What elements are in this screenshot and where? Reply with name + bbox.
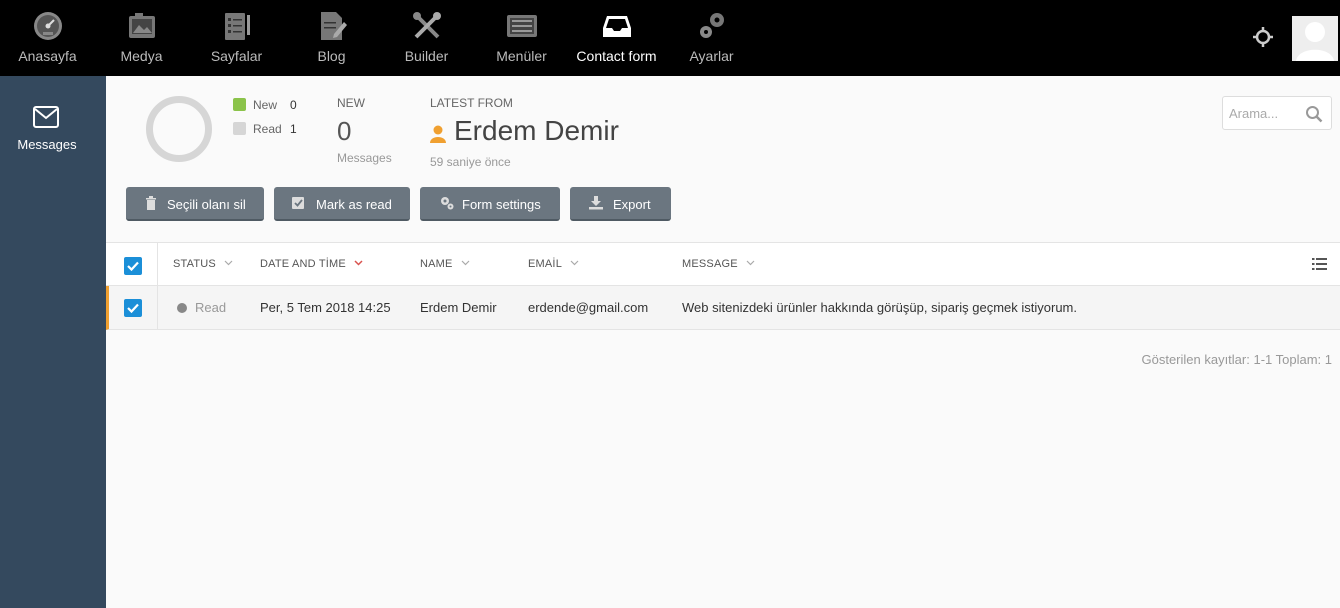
row-message: Web sitenizdeki ürünler hakkında görüşüp… — [682, 300, 1077, 315]
row-select-cell — [106, 286, 158, 329]
top-navigation-bar: Anasayfa Medya Sayfalar Blog Builder Men… — [0, 0, 1340, 76]
column-header-label: EMAİL — [528, 258, 563, 270]
checkmark-icon — [127, 303, 139, 314]
select-all-checkbox[interactable] — [124, 257, 142, 275]
nav-item-medya[interactable]: Medya — [94, 0, 189, 76]
main-content: New 0 Read 1 NEW 0 Messages LATEST FROM … — [106, 76, 1340, 608]
envelope-icon — [33, 106, 59, 128]
chevron-down-icon — [224, 260, 233, 266]
media-icon — [128, 13, 155, 38]
tools-icon — [412, 12, 441, 39]
nav-item-contact-form[interactable]: Contact form — [569, 0, 664, 76]
nav-item-anasayfa[interactable]: Anasayfa — [0, 0, 95, 76]
column-header-label: DATE AND TİME — [260, 258, 346, 270]
chevron-down-icon — [461, 260, 470, 266]
search-icon[interactable] — [1305, 105, 1323, 123]
status-text: Read — [195, 300, 227, 315]
chevron-down-icon — [746, 260, 755, 266]
sidebar-item-label: Messages — [17, 137, 77, 152]
legend-new: New 0 — [233, 98, 297, 112]
column-options-icon[interactable] — [1312, 257, 1327, 271]
row-date: Per, 5 Tem 2018 14:25 — [260, 300, 391, 315]
speedometer-icon — [33, 12, 62, 40]
nav-item-blog[interactable]: Blog — [284, 0, 379, 76]
row-name: Erdem Demir — [420, 300, 497, 315]
legend-label: Read — [253, 122, 282, 136]
column-header-name[interactable]: NAME — [420, 258, 470, 270]
column-header-status[interactable]: STATUS — [173, 258, 233, 270]
latest-time: 59 saniye önce — [430, 155, 511, 169]
inbox-icon — [602, 16, 631, 37]
table-row[interactable]: Read Per, 5 Tem 2018 14:25 Erdem Demir e… — [106, 286, 1340, 330]
column-header-email[interactable]: EMAİL — [528, 258, 579, 270]
legend-swatch-read — [233, 122, 246, 135]
button-label: Form settings — [462, 197, 541, 212]
nav-label: Ayarlar — [689, 48, 734, 64]
row-email: erdende@gmail.com — [528, 300, 649, 315]
select-all-cell — [106, 243, 158, 285]
blog-icon — [320, 12, 347, 40]
latest-sender-name: Erdem Demir — [454, 115, 619, 146]
new-sub-label: Messages — [337, 151, 392, 165]
column-header-label: STATUS — [173, 258, 216, 270]
nav-item-builder[interactable]: Builder — [379, 0, 474, 76]
status-dot — [177, 303, 187, 313]
nav-label: Blog — [317, 48, 346, 64]
avatar[interactable] — [1292, 16, 1338, 61]
crosshair-icon[interactable] — [1252, 26, 1274, 48]
column-header-message[interactable]: MESSAGE — [682, 258, 755, 270]
legend-read: Read 1 — [233, 122, 297, 136]
latest-from-label: LATEST FROM — [430, 96, 513, 110]
export-button[interactable]: Export — [570, 187, 671, 221]
nav-label: Anasayfa — [18, 48, 77, 64]
person-icon — [430, 125, 446, 143]
delete-selected-button[interactable]: Seçili olanı sil — [126, 187, 264, 221]
sidebar: Messages — [0, 76, 106, 608]
nav-label: Builder — [404, 48, 449, 64]
pages-icon — [224, 13, 250, 40]
column-header-label: NAME — [420, 258, 453, 270]
pagination-info: Gösterilen kayıtlar: 1-1 Toplam: 1 — [1141, 352, 1332, 367]
sort-desc-icon — [354, 260, 363, 266]
nav-item-menuler[interactable]: Menüler — [474, 0, 569, 76]
trash-icon — [146, 196, 156, 210]
legend-swatch-new — [233, 98, 246, 111]
sidebar-item-messages[interactable]: Messages — [0, 76, 106, 166]
column-header-date[interactable]: DATE AND TİME — [260, 258, 363, 270]
row-checkbox[interactable] — [124, 299, 142, 317]
mark-as-read-button[interactable]: Mark as read — [274, 187, 410, 221]
nav-label: Menüler — [496, 48, 547, 64]
legend-count: 0 — [290, 98, 297, 112]
button-label: Export — [613, 197, 651, 212]
button-label: Seçili olanı sil — [167, 197, 246, 212]
legend-count: 1 — [290, 122, 297, 136]
nav-item-ayarlar[interactable]: Ayarlar — [664, 0, 759, 76]
form-settings-button[interactable]: Form settings — [420, 187, 560, 221]
gears-icon — [441, 197, 454, 210]
user-silhouette-icon — [1296, 22, 1334, 61]
nav-label: Sayfalar — [210, 48, 263, 64]
search-input[interactable] — [1229, 104, 1303, 122]
legend-label: New — [253, 98, 278, 112]
new-label: NEW — [337, 96, 365, 110]
nav-label: Contact form — [576, 48, 657, 64]
gears-icon — [699, 13, 724, 38]
messages-table: STATUS DATE AND TİME NAME EMAİL MESSAGE — [106, 242, 1340, 330]
chevron-down-icon — [570, 260, 579, 266]
column-header-label: MESSAGE — [682, 258, 738, 270]
checkbox-icon — [292, 197, 304, 209]
search-box — [1222, 96, 1332, 130]
messages-donut-chart — [146, 96, 212, 162]
new-count: 0 — [337, 116, 352, 146]
menu-list-icon — [506, 15, 537, 37]
nav-label: Medya — [120, 48, 163, 64]
nav-item-sayfalar[interactable]: Sayfalar — [189, 0, 284, 76]
button-label: Mark as read — [316, 197, 392, 212]
table-header-row: STATUS DATE AND TİME NAME EMAİL MESSAGE — [106, 243, 1340, 286]
row-status: Read — [177, 300, 226, 315]
checkmark-icon — [127, 261, 139, 272]
download-icon — [589, 196, 603, 210]
